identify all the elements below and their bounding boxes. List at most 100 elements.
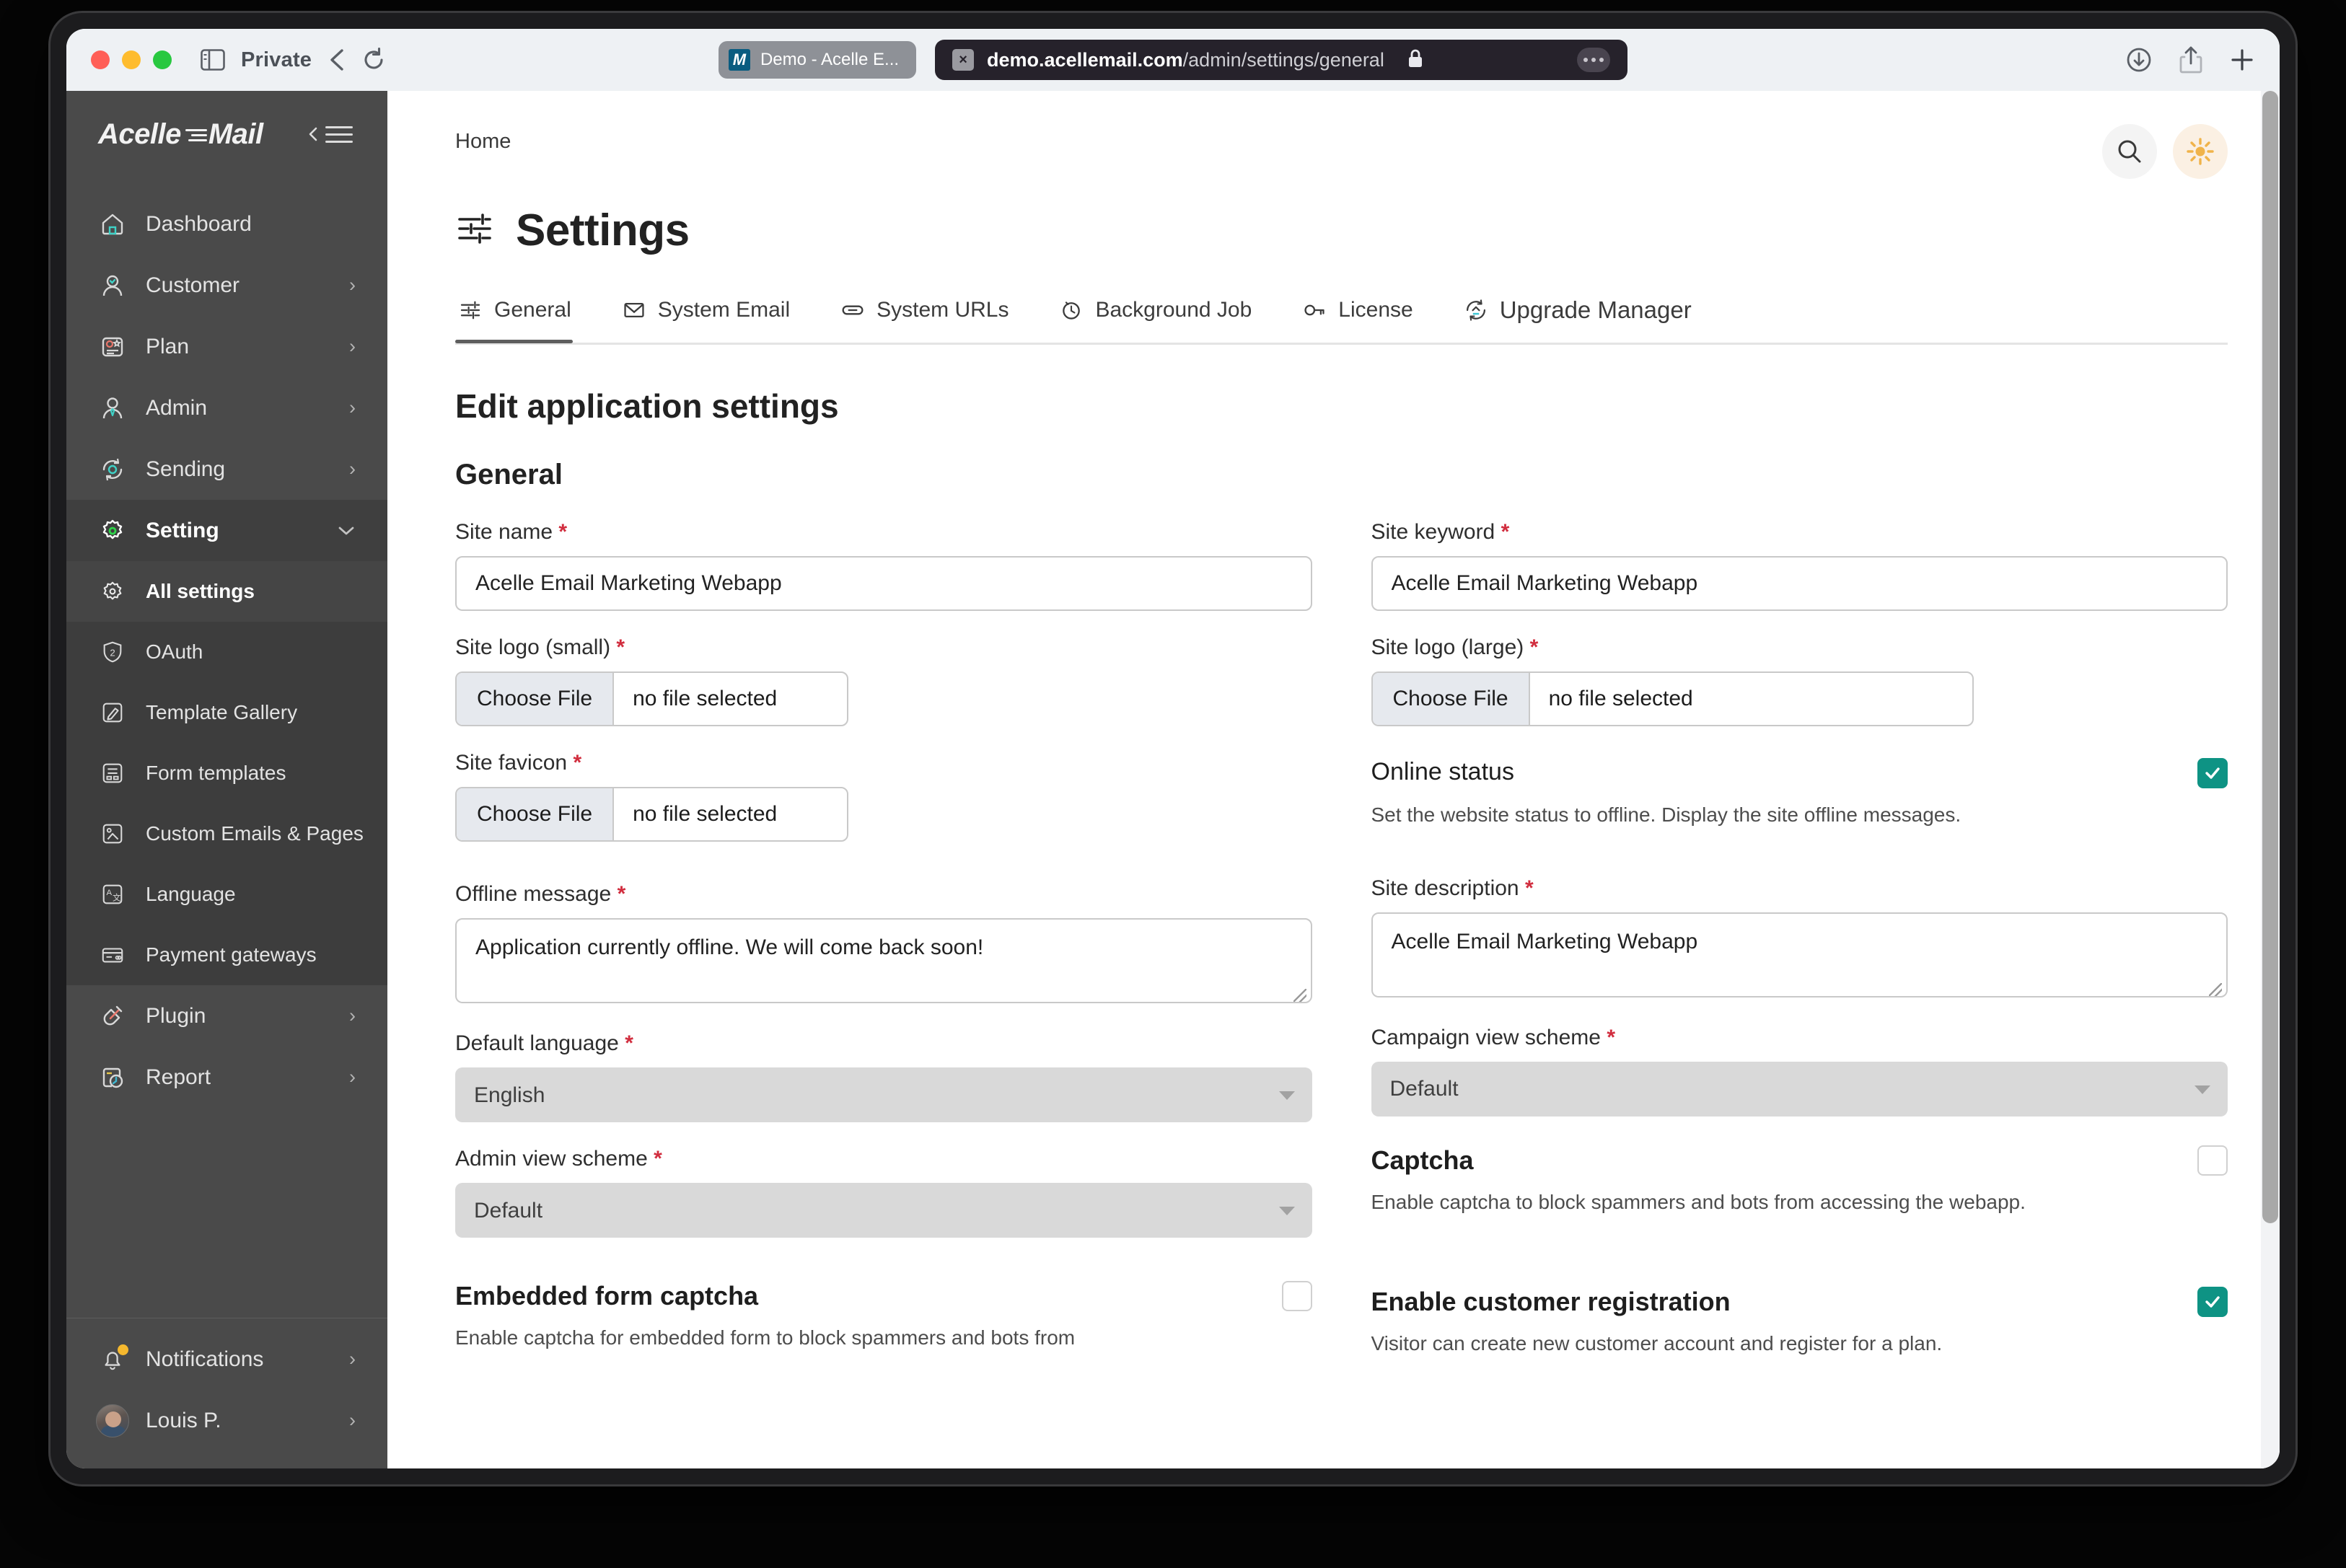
search-icon[interactable]	[2102, 124, 2157, 179]
embedded-form-captcha-checkbox[interactable]	[1281, 1281, 1312, 1311]
address-bar[interactable]: × demo.acellemail.com/admin/settings/gen…	[935, 40, 1628, 80]
chevron-right-icon: ›	[349, 1005, 356, 1026]
window-controls[interactable]	[91, 50, 172, 69]
application-body: Acelle Mail Dashboard Customer › Plan › …	[66, 91, 2280, 1468]
settings-tabs: General System Email System URLs Backgro…	[455, 296, 2228, 345]
field-label: Site favicon *	[455, 751, 582, 775]
key-icon	[1302, 298, 1327, 322]
form-column-right: Site keyword * Site logo (large) * Choos…	[1371, 513, 2228, 1357]
svg-text:2: 2	[110, 648, 115, 659]
credit-card-icon	[98, 941, 127, 969]
sidebar-item-customer[interactable]: Customer ›	[66, 255, 387, 316]
settings-form-grid: Site name * Site logo (small) * Choose F…	[455, 513, 2228, 1357]
site-name-input[interactable]	[455, 556, 1312, 611]
toggle-description: Visitor can create new customer account …	[1371, 1331, 1943, 1355]
admin-view-scheme-select[interactable]: Default	[455, 1183, 1312, 1238]
minimize-window-button[interactable]	[122, 50, 141, 69]
site-keyword-input[interactable]	[1371, 556, 2228, 611]
sidebar-item-oauth[interactable]: 2 OAuth	[66, 622, 387, 682]
toggle-description: Enable captcha for embedded form to bloc…	[455, 1326, 1076, 1349]
sidebar-item-label: Report	[146, 1065, 211, 1089]
sidebar-item-label: Payment gateways	[146, 943, 317, 966]
sidebar-item-dashboard[interactable]: Dashboard	[66, 193, 387, 255]
choose-file-button[interactable]: Choose File	[457, 788, 615, 840]
url-domain: demo.acellemail.com	[987, 48, 1183, 71]
clock-icon	[1059, 298, 1084, 322]
avatar	[96, 1404, 129, 1437]
sidebar-item-plan[interactable]: Plan ›	[66, 316, 387, 377]
required-mark: *	[654, 1147, 662, 1171]
sidebar-item-template-gallery[interactable]: Template Gallery	[66, 682, 387, 743]
sidebar-brand[interactable]: Acelle Mail	[66, 91, 387, 177]
sidebar-item-plugin[interactable]: Plugin ›	[66, 985, 387, 1047]
user-name-label: Louis P.	[146, 1408, 221, 1432]
sidebar-item-payment-gateways[interactable]: Payment gateways	[66, 925, 387, 985]
new-tab-icon[interactable]	[2229, 47, 2255, 73]
gear-settings-icon	[98, 577, 127, 606]
site-logo-small-file-input[interactable]: Choose File no file selected	[455, 671, 848, 726]
field-site-description: Site description * Acelle Email Marketin…	[1371, 876, 2228, 1001]
sidebar-item-sending[interactable]: Sending ›	[66, 439, 387, 500]
browser-tab[interactable]: M Demo - Acelle E...	[718, 41, 917, 79]
sidebar-item-report[interactable]: Report ›	[66, 1047, 387, 1108]
stop-loading-icon[interactable]: ×	[952, 49, 975, 71]
sidebar-item-language[interactable]: A文 Language	[66, 864, 387, 925]
bell-icon	[98, 1344, 128, 1374]
site-logo-large-file-input[interactable]: Choose File no file selected	[1371, 671, 1974, 726]
url-text: demo.acellemail.com/admin/settings/gener…	[987, 49, 1384, 71]
site-description-textarea[interactable]: Acelle Email Marketing Webapp	[1371, 912, 2228, 997]
laptop-frame: Private M Demo - Acelle E... × demo.acel…	[50, 13, 2296, 1484]
scrollbar-thumb[interactable]	[2262, 91, 2278, 1223]
choose-file-button[interactable]: Choose File	[457, 673, 615, 725]
content-header: Home	[455, 124, 2228, 179]
sidebar-item-all-settings[interactable]: All settings	[66, 561, 387, 622]
tab-license[interactable]: License	[1299, 298, 1437, 341]
campaign-view-scheme-select[interactable]: Default	[1371, 1061, 2228, 1116]
toggle-label: Captcha	[1371, 1145, 1474, 1175]
close-window-button[interactable]	[91, 50, 110, 69]
choose-file-button[interactable]: Choose File	[1372, 673, 1530, 725]
sidebar-item-label: Custom Emails & Pages	[146, 822, 364, 845]
sidebar-navigation: Dashboard Customer › Plan › Admin › Send…	[66, 177, 387, 1318]
captcha-checkbox[interactable]	[2197, 1145, 2228, 1176]
sidebar-item-setting[interactable]: Setting	[66, 500, 387, 561]
sidebar-toggle-icon[interactable]	[201, 49, 225, 71]
required-mark: *	[625, 1031, 633, 1055]
chevron-right-icon: ›	[349, 1348, 356, 1370]
offline-message-textarea[interactable]: Application currently offline. We will c…	[455, 918, 1312, 1003]
report-clock-icon	[98, 1063, 127, 1092]
sun-icon[interactable]	[2173, 124, 2228, 179]
tab-upgrade-manager[interactable]: Upgrade Manager	[1461, 296, 1716, 343]
tab-system-urls[interactable]: System URLs	[838, 298, 1033, 341]
tab-system-email[interactable]: System Email	[619, 298, 814, 341]
sidebar-collapse-icon[interactable]	[307, 124, 353, 144]
sidebar-item-user-profile[interactable]: Louis P. ›	[66, 1390, 387, 1451]
sidebar-item-admin[interactable]: Admin ›	[66, 377, 387, 439]
online-status-checkbox[interactable]	[2197, 758, 2228, 788]
sidebar-item-form-templates[interactable]: Form templates	[66, 743, 387, 803]
tab-background-job[interactable]: Background Job	[1056, 298, 1276, 341]
field-label: Site logo (small) *	[455, 635, 625, 659]
sidebar-item-notifications[interactable]: Notifications ›	[66, 1329, 387, 1390]
default-language-select[interactable]: English	[455, 1067, 1312, 1122]
enable-customer-registration-checkbox[interactable]	[2197, 1286, 2228, 1317]
sidebar-item-label: Language	[146, 883, 236, 905]
share-icon[interactable]	[2179, 45, 2203, 74]
scrollbar-track[interactable]	[2261, 91, 2280, 1468]
chevron-right-icon: ›	[349, 274, 356, 296]
downloads-icon[interactable]	[2125, 46, 2153, 74]
sidebar-item-label: Customer	[146, 273, 240, 297]
chevron-down-icon	[337, 521, 356, 540]
maximize-window-button[interactable]	[153, 50, 172, 69]
sliders-icon	[458, 298, 483, 322]
reload-button-icon[interactable]	[362, 48, 385, 72]
site-favicon-file-input[interactable]: Choose File no file selected	[455, 787, 848, 842]
required-mark: *	[1607, 1025, 1616, 1049]
tab-favicon-icon: M	[728, 49, 750, 71]
back-button-icon[interactable]	[328, 48, 346, 72]
tab-general[interactable]: General	[455, 298, 596, 343]
sidebar-item-label: OAuth	[146, 640, 203, 663]
breadcrumb[interactable]: Home	[455, 130, 511, 154]
sidebar-item-custom-emails-pages[interactable]: Custom Emails & Pages	[66, 803, 387, 864]
page-menu-icon[interactable]	[1577, 48, 1611, 72]
